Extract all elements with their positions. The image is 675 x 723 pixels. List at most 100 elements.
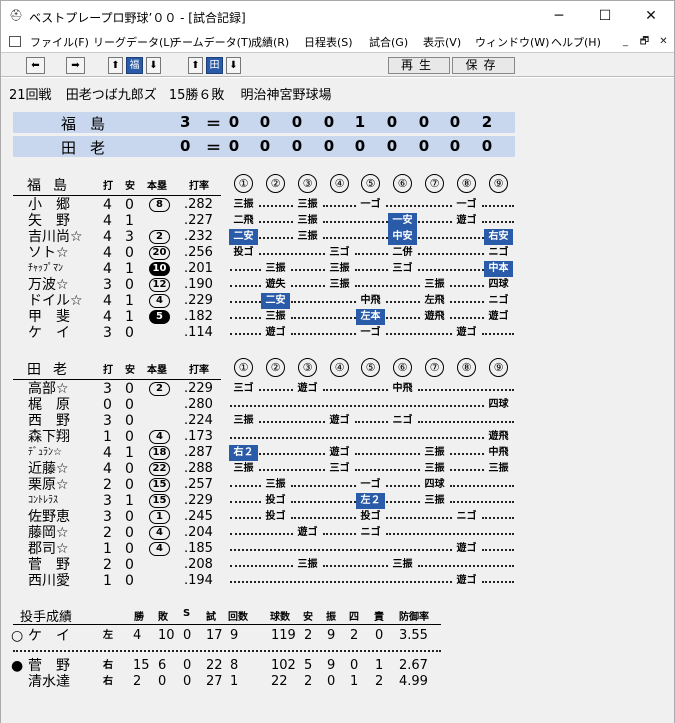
dotted-separator (13, 650, 441, 652)
batter-ab: 1 (103, 573, 112, 589)
pitcher-name: 清水達 (28, 674, 70, 690)
batter-ab: 3 (103, 325, 112, 341)
decision-mark: ● (11, 658, 24, 674)
menu-schedule[interactable]: 日程表(S) (304, 34, 353, 50)
inning-score: 0 (386, 137, 398, 155)
team2-up-button[interactable]: ⬆ (188, 57, 203, 74)
at-bat-result: ニゴ (456, 511, 477, 522)
at-bat-result: 遊飛 (424, 311, 445, 322)
col-ab-header: 打 (103, 181, 113, 192)
at-bat-result: 遊ゴ (456, 575, 477, 586)
pitcher-bb: 2 (350, 628, 359, 643)
pitcher-hand: 右 (103, 660, 113, 671)
menu-window[interactable]: ウィンドウ(W) (475, 34, 549, 50)
pitcher-er: 1 (375, 658, 384, 673)
dotted-line (291, 285, 325, 287)
pitcher-np: 22 (271, 674, 288, 689)
pitcher-g: 22 (206, 658, 223, 673)
batter-row: 吉川尚☆ 4 3 2 .232 二安 三振 中安 右安 (1, 229, 674, 245)
dotted-line (482, 549, 514, 551)
pitcher-ip: 1 (230, 674, 239, 689)
save-button[interactable]: 保存 (452, 57, 515, 74)
batter-hits: 0 (125, 245, 134, 261)
batter-avg: .280 (184, 397, 213, 412)
team1-down-button[interactable]: ⬇ (146, 57, 161, 74)
decision-mark: ○ (11, 628, 24, 644)
batter-hits: 0 (125, 197, 134, 213)
dotted-line (323, 237, 388, 239)
window-title: ベストプレープロ野球’００ - [試合記録] (29, 11, 246, 25)
batter-hr: 4 (149, 542, 170, 556)
scoreboard-team: 田老 (61, 139, 120, 157)
batter-hits: 0 (125, 413, 134, 429)
dotted-line (386, 517, 452, 519)
mdi-close-button[interactable]: ✕ (656, 35, 671, 49)
pitcher-l: 10 (158, 628, 175, 643)
inning-score: 0 (418, 113, 430, 131)
at-bat-result: 投ゴ (233, 247, 254, 258)
next-game-button[interactable]: ➡ (66, 57, 85, 74)
team-section-name: 福島 (27, 178, 79, 194)
play-button[interactable]: 再生 (388, 57, 450, 74)
scoreboard-total: 3 (180, 113, 191, 131)
team1-up-button[interactable]: ⬆ (108, 57, 123, 74)
at-bat-result: 四球 (488, 279, 509, 290)
dotted-line (418, 389, 514, 391)
dotted-line (291, 333, 356, 335)
prev-game-button[interactable]: ⬅ (26, 57, 45, 74)
pitcher-era: 4.99 (399, 674, 428, 689)
batter-ab: 4 (103, 261, 112, 277)
pitching-col-header: 安 (303, 612, 313, 623)
batter-name: 菅 野 (28, 557, 70, 573)
at-bat-result: 遊ゴ (456, 327, 477, 338)
batter-hr: 15 (149, 478, 170, 492)
team2-down-button[interactable]: ⬇ (226, 57, 241, 74)
inning-header: ③ (298, 174, 317, 193)
menu-help[interactable]: ヘルプ(H) (551, 34, 601, 50)
at-bat-result: 投ゴ (265, 495, 286, 506)
title-bar[interactable]: ⛑ ベストプレープロ野球’００ - [試合記録] ─ ☐ ✕ (1, 1, 674, 32)
inning-score: 0 (418, 137, 430, 155)
batter-hr: 1 (149, 510, 170, 524)
batter-hits: 1 (125, 261, 134, 277)
menu-stats[interactable]: 成績(R) (251, 34, 289, 50)
dotted-line (230, 437, 484, 439)
team1-toggle-button[interactable]: 福 (126, 57, 143, 74)
mdi-minimize-button[interactable]: _ (618, 35, 633, 49)
batter-avg: .245 (184, 509, 213, 524)
menu-league-data[interactable]: リーグデータ(L) (93, 34, 174, 50)
menu-team-data[interactable]: チームデータ(T) (171, 34, 252, 50)
menu-view[interactable]: 表示(V) (423, 34, 461, 50)
minimize-button[interactable]: ─ (536, 3, 582, 29)
mdi-restore-button[interactable]: 🗗 (637, 35, 652, 49)
menu-game[interactable]: 試合(G) (369, 34, 408, 50)
scoreboard-team: 福島 (61, 115, 120, 133)
at-bat-result: 二併 (392, 247, 413, 258)
batter-row: ドイル☆ 4 1 4.229 二安 中飛 左飛 ニゴ (1, 293, 674, 309)
batter-row: ｺﾝﾄﾚﾗｽ 3 1 15 .229 投ゴ 左２ 三振 (1, 493, 674, 509)
batter-ab: 4 (103, 293, 112, 309)
close-button[interactable]: ✕ (628, 3, 674, 29)
at-bat-result: 遊ゴ (297, 527, 318, 538)
batter-ab: 4 (103, 197, 112, 213)
menu-file[interactable]: ファイル(F) (30, 34, 89, 50)
baseball-cap-icon[interactable]: ⛑ (9, 9, 23, 23)
batter-hr: 15 (149, 494, 170, 508)
batter-name: 近藤☆ (28, 461, 69, 477)
dotted-line (230, 333, 261, 335)
maximize-button[interactable]: ☐ (582, 3, 628, 29)
app-window: ⛑ ベストプレープロ野球’００ - [試合記録] ─ ☐ ✕ ファイル(F) リ… (0, 0, 675, 723)
pitcher-np: 102 (271, 658, 296, 673)
at-bat-result: 一安 (388, 213, 417, 229)
batter-row: 万波☆ 3 0 12 .190 遊失 三振 三振 四球 (1, 277, 674, 293)
batter-avg: .229 (184, 293, 213, 308)
batter-name: 藤岡☆ (28, 525, 69, 541)
team2-toggle-button[interactable]: 田 (206, 57, 223, 74)
document-icon[interactable] (9, 36, 21, 47)
at-bat-result: 三ゴ (329, 247, 350, 258)
batter-avg: .256 (184, 245, 213, 260)
dotted-line (482, 581, 514, 583)
dotted-line (259, 421, 325, 423)
inning-header: ⑧ (457, 358, 476, 377)
pitcher-er: 2 (375, 674, 384, 689)
